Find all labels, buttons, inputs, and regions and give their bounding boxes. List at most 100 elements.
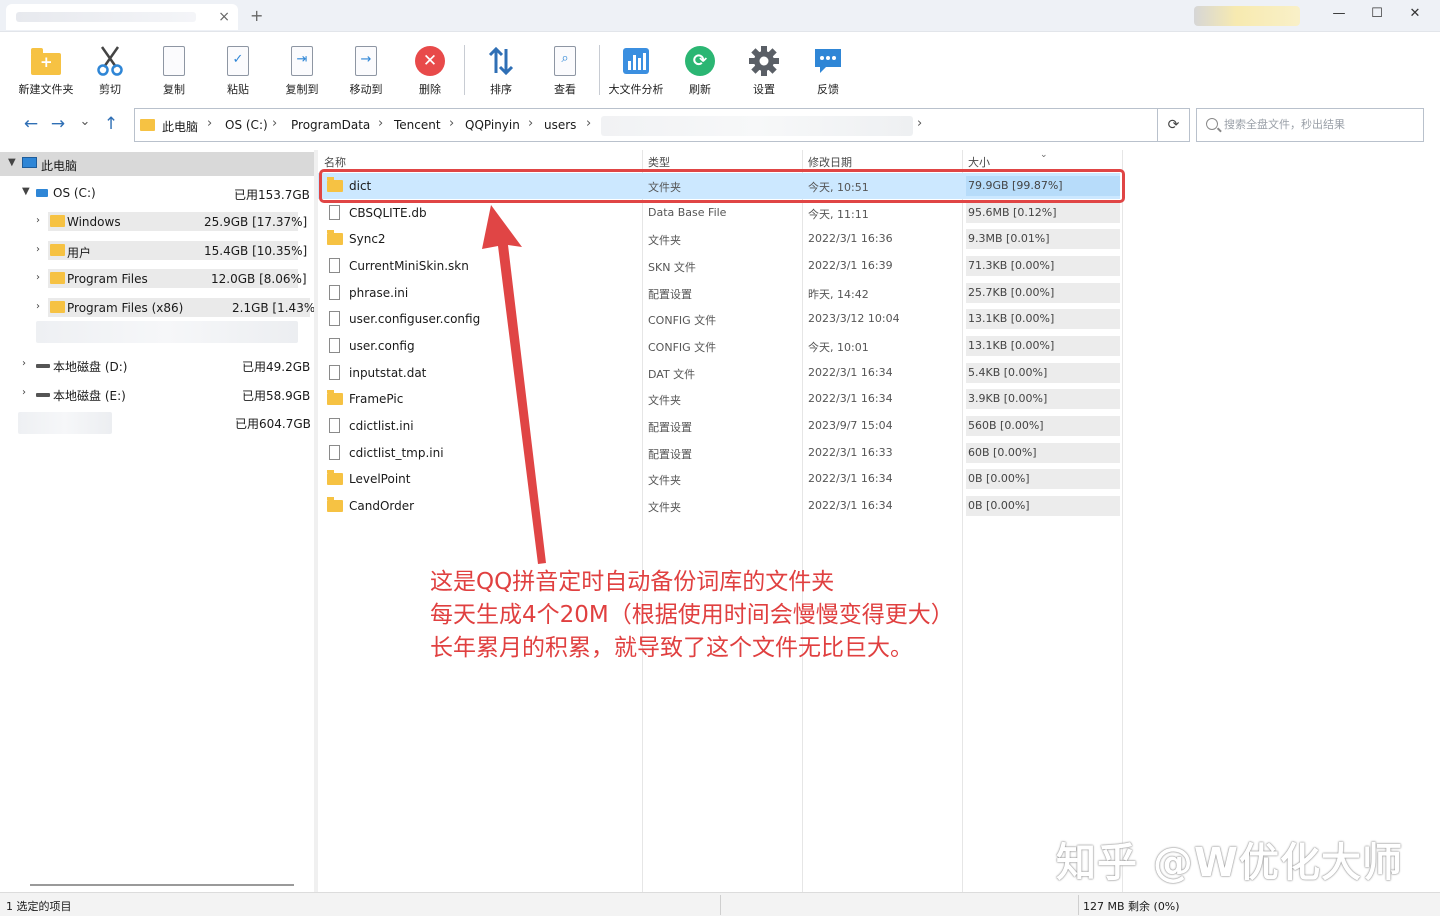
file-modified-date: 2022/3/1 16:33: [808, 445, 893, 459]
annotation-line-1: 这是QQ拼音定时自动备份词库的文件夹: [430, 569, 835, 595]
search-box[interactable]: [1196, 108, 1424, 142]
file-type: CONFIG 文件: [648, 340, 717, 354]
breadcrumb-separator[interactable]: ›: [528, 116, 533, 131]
horizontal-scrollbar[interactable]: [30, 884, 294, 886]
cut-button[interactable]: 剪切: [78, 45, 142, 101]
breadcrumb-separator[interactable]: ›: [586, 116, 591, 131]
file-row[interactable]: user.configuser.config CONFIG 文件 2023/3/12…: [318, 306, 1120, 332]
expand-icon[interactable]: ›: [22, 358, 26, 369]
copy-to-button[interactable]: ⇥ 复制到: [270, 45, 334, 101]
breadcrumb-separator[interactable]: ›: [917, 116, 922, 131]
breadcrumb-separator[interactable]: ›: [378, 116, 383, 131]
folder-icon: [327, 496, 343, 512]
tree-item-this-pc[interactable]: ▼ 此电脑: [0, 152, 314, 176]
file-name: inputstat.dat: [349, 365, 427, 380]
maximize-button[interactable]: ☐: [1363, 6, 1391, 26]
file-icon: [329, 257, 340, 273]
expand-icon[interactable]: ›: [36, 215, 40, 226]
tree-item-program-files[interactable]: › Program Files 12.0GB [8.06%]: [0, 267, 314, 291]
watermark: 知乎 @W优化大师: [1056, 840, 1404, 886]
feedback-icon: [812, 45, 844, 77]
file-row[interactable]: LevelPoint 文件夹 2022/3/1 16:34 0B [0.00%]: [318, 466, 1120, 492]
sort-button[interactable]: 排序: [469, 45, 533, 101]
tree-item-windows[interactable]: › Windows 25.9GB [17.37%]: [0, 210, 314, 234]
breadcrumb-tencent[interactable]: Tencent: [394, 118, 441, 132]
view-button[interactable]: ⌕ 查看: [533, 45, 597, 101]
view-icon: ⌕: [549, 45, 581, 77]
tree-item-users[interactable]: › 用户 15.4GB [10.35%]: [0, 239, 314, 263]
paste-icon: ✓: [222, 45, 254, 77]
file-size: 0B [0.00%]: [968, 498, 1030, 512]
column-header-size[interactable]: 大小: [968, 154, 990, 170]
delete-button[interactable]: ✕ 删除: [398, 45, 462, 101]
minimize-button[interactable]: —: [1325, 6, 1353, 26]
breadcrumb-separator[interactable]: ›: [272, 116, 277, 131]
selection-status: 1 选定的项目: [6, 900, 72, 913]
new-tab-button[interactable]: +: [250, 6, 263, 25]
tree-item-drive-e[interactable]: › 本地磁盘 (E:) 已用58.9GB: [0, 382, 314, 406]
sort-descending-icon: ⌄: [1040, 150, 1048, 160]
breadcrumb-users[interactable]: users: [544, 118, 576, 132]
feedback-button[interactable]: 反馈: [796, 45, 860, 101]
forward-button[interactable]: →: [47, 114, 69, 136]
expand-icon[interactable]: ›: [36, 272, 40, 283]
file-size: 71.3KB [0.00%]: [968, 258, 1055, 272]
breadcrumb-os-c[interactable]: OS (C:): [225, 118, 268, 132]
recent-locations-button[interactable]: ⌄: [74, 114, 96, 136]
browser-tab[interactable]: ×: [6, 4, 238, 30]
close-window-button[interactable]: ✕: [1401, 6, 1429, 26]
back-button[interactable]: ←: [20, 114, 42, 136]
file-row[interactable]: cdictlist.ini 配置设置 2023/9/7 15:04 560B [0.0…: [318, 413, 1120, 439]
large-file-analysis-button[interactable]: 大文件分析: [604, 45, 668, 101]
column-header-name[interactable]: 名称: [324, 154, 346, 170]
status-bar: 1 选定的项目 127 MB 剩余 (0%): [0, 892, 1440, 916]
copy-button[interactable]: 复制: [142, 45, 206, 101]
column-header-type[interactable]: 类型: [648, 154, 670, 170]
paste-button[interactable]: ✓ 粘贴: [206, 45, 270, 101]
new-folder-icon: +: [30, 45, 62, 77]
file-row[interactable]: CurrentMiniSkin.skn SKN 文件 2022/3/1 16:39 7…: [318, 253, 1120, 279]
drive-icon: [36, 393, 50, 397]
collapse-icon[interactable]: ▼: [8, 157, 16, 168]
file-row[interactable]: Sync2 文件夹 2022/3/1 16:36 9.3MB [0.01%]: [318, 226, 1120, 252]
move-to-button[interactable]: → 移动到: [334, 45, 398, 101]
breadcrumb-this-pc[interactable]: 此电脑: [162, 118, 198, 135]
tree-item-blurred-drive[interactable]: 已用604.7GB: [0, 410, 314, 434]
expand-icon[interactable]: ›: [36, 244, 40, 255]
breadcrumb-programdata[interactable]: ProgramData: [291, 118, 370, 132]
file-type: 文件夹: [648, 500, 681, 514]
breadcrumb-separator[interactable]: ›: [207, 116, 212, 131]
column-header-date[interactable]: 修改日期: [808, 154, 852, 170]
breadcrumb-username-blurred: [601, 116, 913, 136]
search-icon: [1206, 118, 1218, 130]
expand-icon[interactable]: ›: [22, 387, 26, 398]
search-input[interactable]: [1224, 118, 1420, 131]
tab-close-icon[interactable]: ×: [218, 9, 230, 25]
refresh-button[interactable]: ⟳ 刷新: [668, 45, 732, 101]
file-row[interactable]: CBSQLITE.db Data Base File 今天, 11:11 95.6MB…: [318, 200, 1120, 226]
file-row[interactable]: inputstat.dat DAT 文件 2022/3/1 16:34 5.4KB […: [318, 360, 1120, 386]
file-name: CBSQLITE.db: [349, 205, 427, 220]
new-folder-button[interactable]: + 新建文件夹: [14, 45, 78, 101]
folder-tree: ▼ 此电脑 ▼ OS (C:) 已用153.7GB › Windows 25.9…: [0, 150, 320, 892]
address-bar[interactable]: 此电脑 › OS (C:) › ProgramData › Tencent › …: [134, 108, 1158, 142]
up-button[interactable]: ↑: [100, 114, 122, 136]
collapse-icon[interactable]: ▼: [22, 186, 30, 197]
expand-icon[interactable]: ›: [36, 301, 40, 312]
file-row[interactable]: CandOrder 文件夹 2022/3/1 16:34 0B [0.00%]: [318, 493, 1120, 519]
address-refresh-button[interactable]: ⟳: [1158, 108, 1190, 142]
tree-item-os-c[interactable]: ▼ OS (C:) 已用153.7GB: [0, 181, 314, 205]
breadcrumb-separator[interactable]: ›: [449, 116, 454, 131]
file-row[interactable]: FramePic 文件夹 2022/3/1 16:34 3.9KB [0.00%]: [318, 386, 1120, 412]
file-row[interactable]: user.config CONFIG 文件 今天, 10:01 13.1KB [0.0…: [318, 333, 1120, 359]
file-icon: [329, 284, 340, 300]
folder-icon: [327, 390, 343, 406]
tree-item-drive-d[interactable]: › 本地磁盘 (D:) 已用49.2GB: [0, 353, 314, 377]
file-row[interactable]: cdictlist_tmp.ini 配置设置 2022/3/1 16:33 60B […: [318, 440, 1120, 466]
file-size: 5.4KB [0.00%]: [968, 365, 1048, 379]
settings-button[interactable]: 设置: [732, 45, 796, 101]
tree-item-program-files-x86[interactable]: › Program Files (x86) 2.1GB [1.43%]: [0, 296, 320, 320]
free-space-status: 127 MB 剩余 (0%): [1083, 900, 1180, 913]
file-row[interactable]: phrase.ini 配置设置 昨天, 14:42 25.7KB [0.00%]: [318, 280, 1120, 306]
breadcrumb-qqpinyin[interactable]: QQPinyin: [465, 118, 520, 132]
